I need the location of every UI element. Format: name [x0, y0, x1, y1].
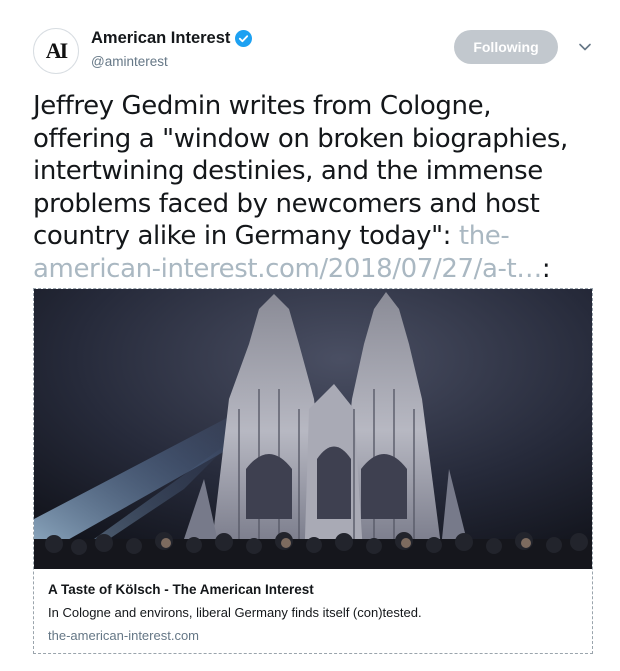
avatar-logo: AI: [45, 38, 68, 63]
verified-badge-icon: [235, 30, 253, 47]
card-description: In Cologne and environs, liberal Germany…: [48, 605, 422, 620]
account-name-row[interactable]: American Interest: [91, 29, 253, 48]
card-domain[interactable]: the-american-interest.com: [48, 628, 199, 643]
link-card[interactable]: A Taste of Kölsch - The American Interes…: [33, 288, 593, 654]
chevron-down-icon[interactable]: [578, 40, 592, 54]
following-button[interactable]: Following: [454, 30, 558, 64]
tweet-text: Jeffrey Gedmin writes from Cologne, offe…: [33, 90, 593, 285]
tweet: AI American Interest @aminterest Followi…: [0, 0, 620, 671]
avatar[interactable]: AI: [33, 28, 79, 74]
tweet-trailing: :: [541, 253, 551, 284]
display-name[interactable]: American Interest: [91, 29, 230, 48]
card-meta[interactable]: A Taste of Kölsch - The American Interes…: [34, 569, 592, 653]
card-title[interactable]: A Taste of Kölsch - The American Interes…: [48, 582, 314, 597]
card-image[interactable]: [34, 289, 592, 569]
account-handle[interactable]: @aminterest: [91, 54, 168, 69]
